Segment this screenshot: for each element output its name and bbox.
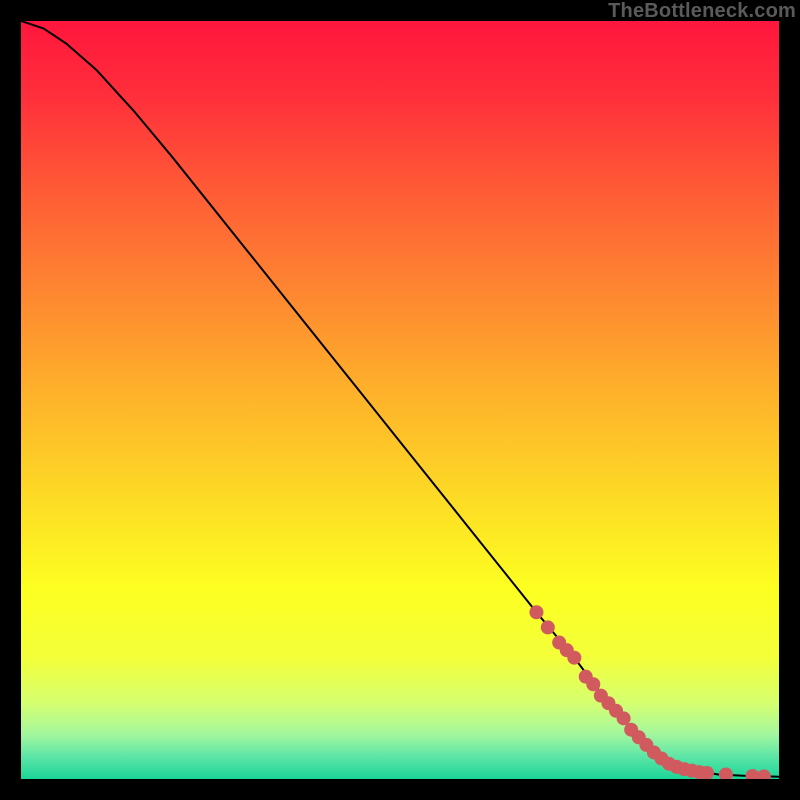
plot-area	[21, 21, 779, 779]
highlight-dots	[529, 605, 770, 779]
watermark-text: TheBottleneck.com	[608, 0, 796, 23]
marker-dot	[586, 677, 600, 691]
marker-dot	[529, 605, 543, 619]
curve-layer	[21, 21, 779, 779]
main-curve	[21, 21, 779, 777]
marker-dot	[719, 767, 733, 779]
marker-dot	[617, 711, 631, 725]
chart-stage: TheBottleneck.com	[0, 0, 800, 800]
marker-dot	[567, 651, 581, 665]
marker-dot	[541, 620, 555, 634]
marker-dot	[757, 769, 771, 779]
